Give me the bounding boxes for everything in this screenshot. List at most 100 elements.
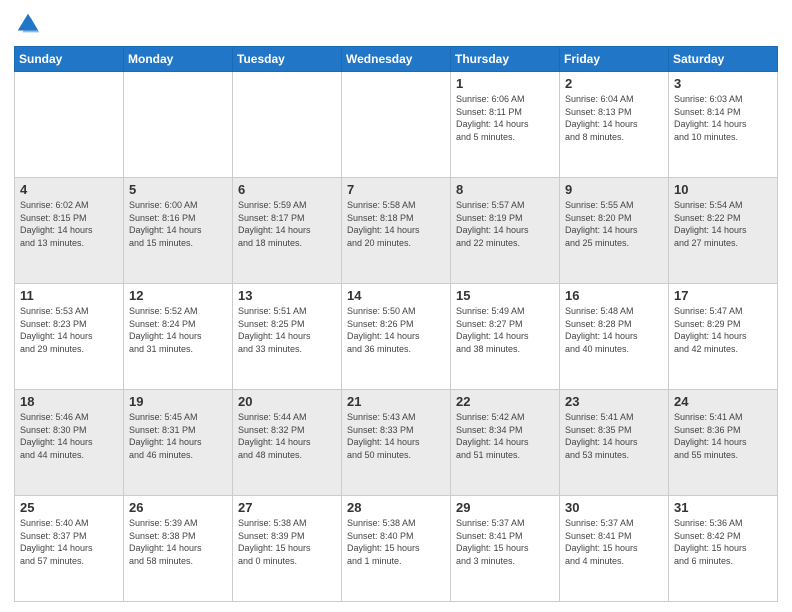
day-info: Sunrise: 6:04 AM Sunset: 8:13 PM Dayligh… <box>565 93 663 143</box>
calendar-week-row: 18 Sunrise: 5:46 AM Sunset: 8:30 PM Dayli… <box>15 390 778 496</box>
day-number: 7 <box>347 182 445 197</box>
col-wednesday: Wednesday <box>342 47 451 72</box>
col-thursday: Thursday <box>451 47 560 72</box>
table-row: 27 Sunrise: 5:38 AM Sunset: 8:39 PM Dayli… <box>233 496 342 602</box>
table-row: 18 Sunrise: 5:46 AM Sunset: 8:30 PM Dayli… <box>15 390 124 496</box>
table-row: 13 Sunrise: 5:51 AM Sunset: 8:25 PM Dayli… <box>233 284 342 390</box>
table-row: 21 Sunrise: 5:43 AM Sunset: 8:33 PM Dayli… <box>342 390 451 496</box>
table-row: 14 Sunrise: 5:50 AM Sunset: 8:26 PM Dayli… <box>342 284 451 390</box>
day-number: 26 <box>129 500 227 515</box>
day-number: 6 <box>238 182 336 197</box>
day-number: 4 <box>20 182 118 197</box>
col-friday: Friday <box>560 47 669 72</box>
table-row: 20Sunrise: 5:44 AM Sunset: 8:32 PM Dayli… <box>233 390 342 496</box>
day-info: Sunrise: 5:47 AM Sunset: 8:29 PM Dayligh… <box>674 305 772 355</box>
day-number: 22 <box>456 394 554 409</box>
table-row: 15 Sunrise: 5:49 AM Sunset: 8:27 PM Dayli… <box>451 284 560 390</box>
table-row: 12Sunrise: 5:52 AM Sunset: 8:24 PM Dayli… <box>124 284 233 390</box>
table-row: 26Sunrise: 5:39 AM Sunset: 8:38 PM Dayli… <box>124 496 233 602</box>
col-sunday: Sunday <box>15 47 124 72</box>
table-row <box>15 72 124 178</box>
day-info: Sunrise: 5:49 AM Sunset: 8:27 PM Dayligh… <box>456 305 554 355</box>
table-row: 1 Sunrise: 6:06 AM Sunset: 8:11 PM Daylig… <box>451 72 560 178</box>
day-info: Sunrise: 5:43 AM Sunset: 8:33 PM Dayligh… <box>347 411 445 461</box>
table-row: 24Sunrise: 5:41 AM Sunset: 8:36 PM Dayli… <box>669 390 778 496</box>
table-row <box>342 72 451 178</box>
logo <box>14 10 46 38</box>
table-row: 22 Sunrise: 5:42 AM Sunset: 8:34 PM Dayli… <box>451 390 560 496</box>
table-row: 7 Sunrise: 5:58 AM Sunset: 8:18 PM Daylig… <box>342 178 451 284</box>
day-number: 5 <box>129 182 227 197</box>
table-row: 31 Sunrise: 5:36 AM Sunset: 8:42 PM Dayli… <box>669 496 778 602</box>
calendar-week-row: 4 Sunrise: 6:02 AM Sunset: 8:15 PM Daylig… <box>15 178 778 284</box>
day-info: Sunrise: 5:37 AM Sunset: 8:41 PM Dayligh… <box>565 517 663 567</box>
day-number: 30 <box>565 500 663 515</box>
day-info: Sunrise: 5:55 AM Sunset: 8:20 PM Dayligh… <box>565 199 663 249</box>
day-info: Sunrise: 6:03 AM Sunset: 8:14 PM Dayligh… <box>674 93 772 143</box>
col-tuesday: Tuesday <box>233 47 342 72</box>
day-info: Sunrise: 5:38 AM Sunset: 8:39 PM Dayligh… <box>238 517 336 567</box>
day-info: Sunrise: 5:42 AM Sunset: 8:34 PM Dayligh… <box>456 411 554 461</box>
day-info: Sunrise: 6:06 AM Sunset: 8:11 PM Dayligh… <box>456 93 554 143</box>
calendar-week-row: 25Sunrise: 5:40 AM Sunset: 8:37 PM Dayli… <box>15 496 778 602</box>
table-row: 23Sunrise: 5:41 AM Sunset: 8:35 PM Dayli… <box>560 390 669 496</box>
day-info: Sunrise: 5:57 AM Sunset: 8:19 PM Dayligh… <box>456 199 554 249</box>
day-info: Sunrise: 5:40 AM Sunset: 8:37 PM Dayligh… <box>20 517 118 567</box>
table-row: 16Sunrise: 5:48 AM Sunset: 8:28 PM Dayli… <box>560 284 669 390</box>
table-row: 29Sunrise: 5:37 AM Sunset: 8:41 PM Dayli… <box>451 496 560 602</box>
day-info: Sunrise: 6:00 AM Sunset: 8:16 PM Dayligh… <box>129 199 227 249</box>
calendar-header-row: Sunday Monday Tuesday Wednesday Thursday… <box>15 47 778 72</box>
day-info: Sunrise: 5:59 AM Sunset: 8:17 PM Dayligh… <box>238 199 336 249</box>
table-row: 2 Sunrise: 6:04 AM Sunset: 8:13 PM Daylig… <box>560 72 669 178</box>
day-info: Sunrise: 5:41 AM Sunset: 8:36 PM Dayligh… <box>674 411 772 461</box>
calendar-table: Sunday Monday Tuesday Wednesday Thursday… <box>14 46 778 602</box>
day-number: 16 <box>565 288 663 303</box>
table-row: 4 Sunrise: 6:02 AM Sunset: 8:15 PM Daylig… <box>15 178 124 284</box>
day-number: 1 <box>456 76 554 91</box>
table-row: 19 Sunrise: 5:45 AM Sunset: 8:31 PM Dayli… <box>124 390 233 496</box>
table-row: 11Sunrise: 5:53 AM Sunset: 8:23 PM Dayli… <box>15 284 124 390</box>
table-row <box>233 72 342 178</box>
col-saturday: Saturday <box>669 47 778 72</box>
day-number: 3 <box>674 76 772 91</box>
day-number: 9 <box>565 182 663 197</box>
day-info: Sunrise: 5:36 AM Sunset: 8:42 PM Dayligh… <box>674 517 772 567</box>
day-info: Sunrise: 5:50 AM Sunset: 8:26 PM Dayligh… <box>347 305 445 355</box>
table-row: 25Sunrise: 5:40 AM Sunset: 8:37 PM Dayli… <box>15 496 124 602</box>
day-number: 10 <box>674 182 772 197</box>
day-number: 12 <box>129 288 227 303</box>
day-info: Sunrise: 5:45 AM Sunset: 8:31 PM Dayligh… <box>129 411 227 461</box>
day-number: 8 <box>456 182 554 197</box>
page: Sunday Monday Tuesday Wednesday Thursday… <box>0 0 792 612</box>
table-row: 5 Sunrise: 6:00 AM Sunset: 8:16 PM Daylig… <box>124 178 233 284</box>
table-row: 30 Sunrise: 5:37 AM Sunset: 8:41 PM Dayli… <box>560 496 669 602</box>
calendar-week-row: 1 Sunrise: 6:06 AM Sunset: 8:11 PM Daylig… <box>15 72 778 178</box>
day-number: 20 <box>238 394 336 409</box>
day-number: 2 <box>565 76 663 91</box>
day-number: 15 <box>456 288 554 303</box>
table-row: 3 Sunrise: 6:03 AM Sunset: 8:14 PM Daylig… <box>669 72 778 178</box>
day-number: 19 <box>129 394 227 409</box>
day-number: 14 <box>347 288 445 303</box>
day-number: 18 <box>20 394 118 409</box>
day-info: Sunrise: 6:02 AM Sunset: 8:15 PM Dayligh… <box>20 199 118 249</box>
day-info: Sunrise: 5:46 AM Sunset: 8:30 PM Dayligh… <box>20 411 118 461</box>
table-row: 6 Sunrise: 5:59 AM Sunset: 8:17 PM Daylig… <box>233 178 342 284</box>
day-number: 17 <box>674 288 772 303</box>
day-info: Sunrise: 5:37 AM Sunset: 8:41 PM Dayligh… <box>456 517 554 567</box>
day-number: 31 <box>674 500 772 515</box>
day-number: 11 <box>20 288 118 303</box>
day-info: Sunrise: 5:51 AM Sunset: 8:25 PM Dayligh… <box>238 305 336 355</box>
table-row: 8 Sunrise: 5:57 AM Sunset: 8:19 PM Daylig… <box>451 178 560 284</box>
table-row: 28Sunrise: 5:38 AM Sunset: 8:40 PM Dayli… <box>342 496 451 602</box>
day-number: 27 <box>238 500 336 515</box>
header <box>14 10 778 38</box>
day-number: 28 <box>347 500 445 515</box>
day-info: Sunrise: 5:54 AM Sunset: 8:22 PM Dayligh… <box>674 199 772 249</box>
day-info: Sunrise: 5:58 AM Sunset: 8:18 PM Dayligh… <box>347 199 445 249</box>
table-row <box>124 72 233 178</box>
day-number: 13 <box>238 288 336 303</box>
logo-icon <box>14 10 42 38</box>
calendar-week-row: 11Sunrise: 5:53 AM Sunset: 8:23 PM Dayli… <box>15 284 778 390</box>
day-number: 21 <box>347 394 445 409</box>
